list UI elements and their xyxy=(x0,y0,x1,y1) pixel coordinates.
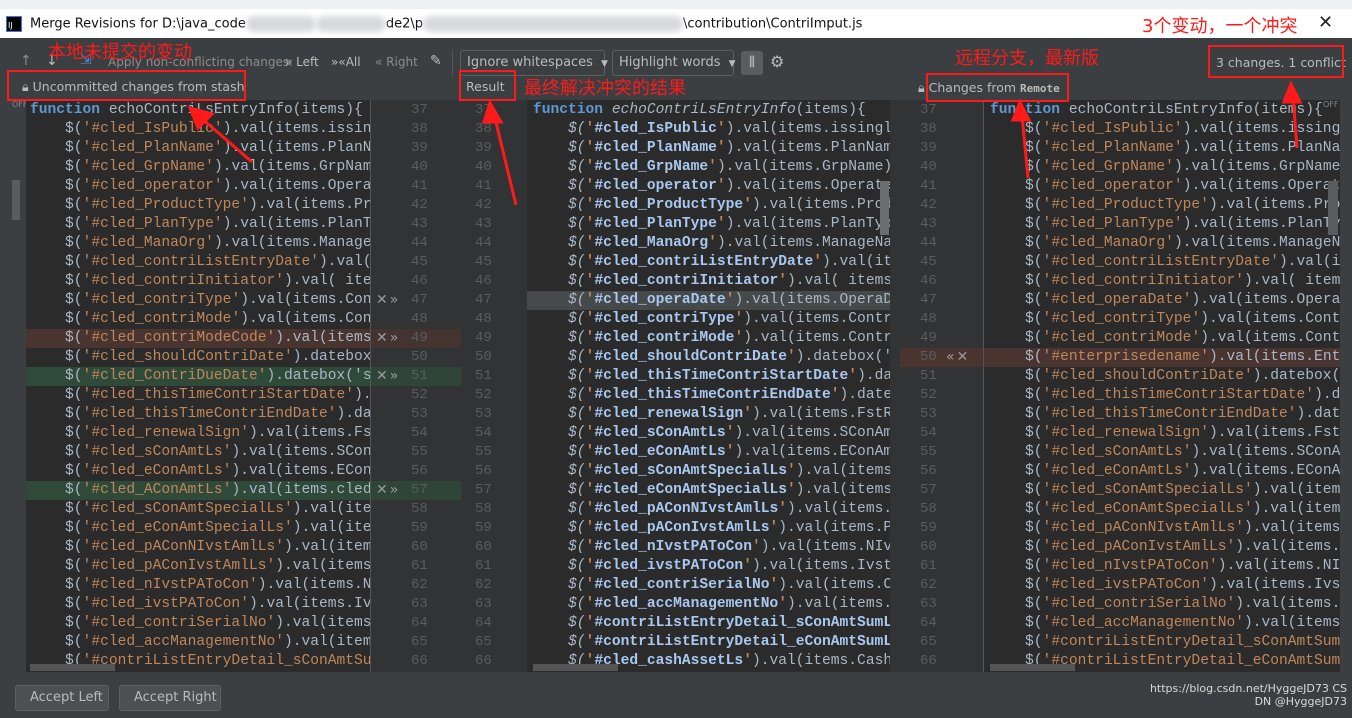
annotation-arrows xyxy=(187,80,1303,206)
arrow-left xyxy=(199,115,253,164)
arrow-remote xyxy=(1020,114,1030,179)
arrow-status xyxy=(1291,95,1299,149)
arrow-result xyxy=(492,113,518,206)
arrow-head xyxy=(1010,98,1032,122)
arrow-head xyxy=(1281,80,1303,104)
arrow-head xyxy=(481,99,504,124)
